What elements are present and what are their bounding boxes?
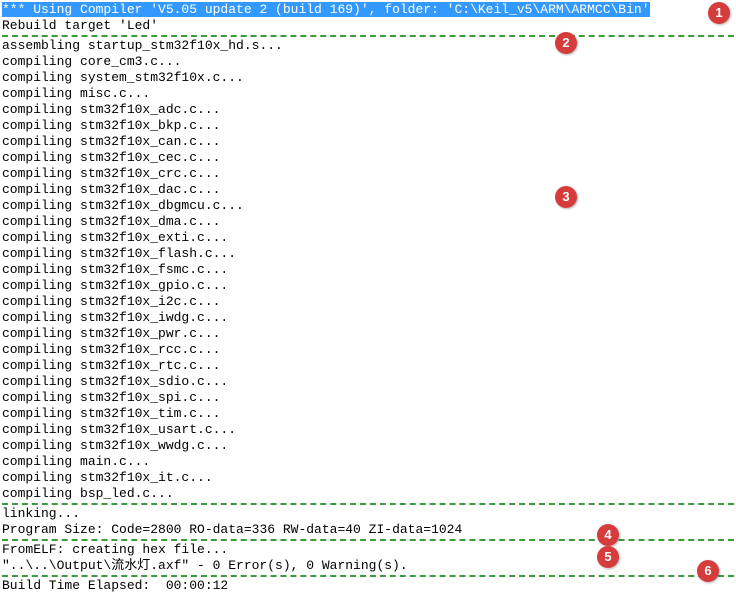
output-line: compiling bsp_led.c... <box>2 486 734 502</box>
output-line: compiling stm32f10x_bkp.c... <box>2 118 734 134</box>
divider <box>2 503 734 505</box>
program-size-line: Program Size: Code=2800 RO-data=336 RW-d… <box>2 522 734 538</box>
output-line: compiling stm32f10x_it.c... <box>2 470 734 486</box>
annotation-badge-5: 5 <box>597 546 619 568</box>
divider <box>2 539 734 541</box>
output-line: compiling stm32f10x_exti.c... <box>2 230 734 246</box>
annotation-badge-3: 3 <box>555 186 577 208</box>
output-line: assembling startup_stm32f10x_hd.s... <box>2 38 734 54</box>
compile-output: assembling startup_stm32f10x_hd.s...comp… <box>2 38 734 502</box>
annotation-badge-2: 2 <box>555 32 577 54</box>
output-line: compiling stm32f10x_fsmc.c... <box>2 262 734 278</box>
output-line: compiling system_stm32f10x.c... <box>2 70 734 86</box>
output-line: compiling stm32f10x_tim.c... <box>2 406 734 422</box>
output-line: compiling stm32f10x_gpio.c... <box>2 278 734 294</box>
output-line: compiling stm32f10x_wwdg.c... <box>2 438 734 454</box>
elapsed-line: Build Time Elapsed: 00:00:12 <box>2 578 734 594</box>
linking-line: linking... <box>2 506 734 522</box>
rebuild-target: Rebuild target 'Led' <box>2 18 734 34</box>
output-line: compiling stm32f10x_i2c.c... <box>2 294 734 310</box>
annotation-badge-1: 1 <box>708 2 730 24</box>
compiler-header: *** Using Compiler 'V5.05 update 2 (buil… <box>2 2 734 18</box>
output-line: compiling stm32f10x_usart.c... <box>2 422 734 438</box>
annotation-badge-6: 6 <box>697 560 719 582</box>
output-line: compiling core_cm3.c... <box>2 54 734 70</box>
divider <box>2 575 734 577</box>
output-line: compiling misc.c... <box>2 86 734 102</box>
result-line: "..\..\Output\流水灯.axf" - 0 Error(s), 0 W… <box>2 558 734 574</box>
output-line: compiling stm32f10x_rtc.c... <box>2 358 734 374</box>
annotation-badge-4: 4 <box>597 524 619 546</box>
output-line: compiling main.c... <box>2 454 734 470</box>
output-line: compiling stm32f10x_iwdg.c... <box>2 310 734 326</box>
output-line: compiling stm32f10x_flash.c... <box>2 246 734 262</box>
output-line: compiling stm32f10x_dma.c... <box>2 214 734 230</box>
output-line: compiling stm32f10x_dac.c... <box>2 182 734 198</box>
output-line: compiling stm32f10x_adc.c... <box>2 102 734 118</box>
output-line: compiling stm32f10x_can.c... <box>2 134 734 150</box>
output-line: compiling stm32f10x_pwr.c... <box>2 326 734 342</box>
divider <box>2 35 734 37</box>
output-line: compiling stm32f10x_dbgmcu.c... <box>2 198 734 214</box>
output-line: compiling stm32f10x_sdio.c... <box>2 374 734 390</box>
fromelf-line: FromELF: creating hex file... <box>2 542 734 558</box>
output-line: compiling stm32f10x_rcc.c... <box>2 342 734 358</box>
output-line: compiling stm32f10x_cec.c... <box>2 150 734 166</box>
output-line: compiling stm32f10x_crc.c... <box>2 166 734 182</box>
output-line: compiling stm32f10x_spi.c... <box>2 390 734 406</box>
